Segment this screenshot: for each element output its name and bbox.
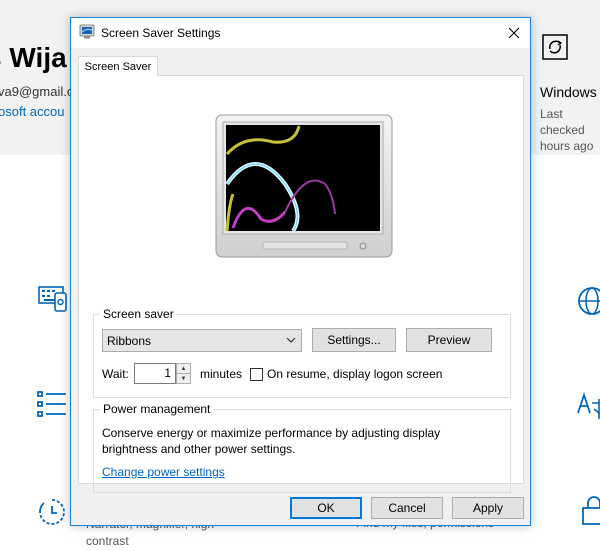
- update-icon: [542, 34, 568, 60]
- preview-button[interactable]: Preview: [406, 328, 492, 352]
- wait-minutes-stepper[interactable]: ▲ ▼: [176, 363, 191, 384]
- globe-icon[interactable]: [576, 285, 600, 317]
- windows-update-title[interactable]: Windows: [540, 84, 597, 100]
- screen-saver-group: Screen saver Ribbons Settings... Preview…: [93, 307, 511, 398]
- keyboard-device-icon[interactable]: [38, 283, 70, 315]
- screen-saver-selected-value: Ribbons: [107, 333, 152, 348]
- lock-icon[interactable]: [578, 494, 600, 526]
- close-icon: [508, 27, 520, 39]
- power-description: Conserve energy or maximize performance …: [102, 426, 441, 456]
- screen-saver-tabpanel: Screen saver Ribbons Settings... Preview…: [78, 75, 524, 493]
- chevron-down-icon: [286, 337, 296, 343]
- language-icon[interactable]: [576, 389, 600, 421]
- close-button[interactable]: [498, 18, 530, 48]
- wait-label: Wait:: [102, 367, 129, 381]
- screen-saver-group-label: Screen saver: [100, 307, 177, 321]
- screen-saver-select[interactable]: Ribbons: [102, 329, 302, 352]
- list-icon[interactable]: [36, 389, 68, 421]
- screen-saver-preview-monitor: [215, 114, 393, 258]
- screen-saver-app-icon: [79, 24, 95, 39]
- last-checked-text: Last checked hours ago: [540, 107, 594, 153]
- dialog-title: Screen Saver Settings: [101, 26, 221, 40]
- ok-button[interactable]: OK: [290, 497, 362, 519]
- timer-icon[interactable]: [36, 496, 68, 528]
- minutes-label: minutes: [200, 367, 243, 381]
- resume-logon-label[interactable]: On resume, display logon screen: [267, 367, 442, 381]
- cancel-button[interactable]: Cancel: [371, 497, 443, 519]
- change-power-settings-link[interactable]: Change power settings: [102, 465, 225, 479]
- dialog-titlebar[interactable]: Screen Saver Settings: [71, 18, 530, 48]
- resume-logon-checkbox[interactable]: [250, 368, 263, 381]
- power-management-group: Power management Conserve energy or maxi…: [93, 402, 511, 493]
- stepper-up-icon[interactable]: ▲: [177, 364, 190, 374]
- account-email: va9@gmail.c: [0, 84, 74, 99]
- account-name: s Wija: [0, 42, 67, 73]
- wait-minutes-input[interactable]: 1: [134, 363, 176, 384]
- microsoft-account-link[interactable]: osoft accou: [0, 104, 65, 119]
- tab-screen-saver[interactable]: Screen Saver: [78, 56, 158, 76]
- apply-button[interactable]: Apply: [452, 497, 524, 519]
- settings-button[interactable]: Settings...: [312, 328, 396, 352]
- stepper-down-icon[interactable]: ▼: [177, 374, 190, 383]
- screen-saver-settings-dialog: Screen Saver Settings Screen Saver Scree…: [70, 17, 531, 526]
- power-management-group-label: Power management: [100, 402, 214, 416]
